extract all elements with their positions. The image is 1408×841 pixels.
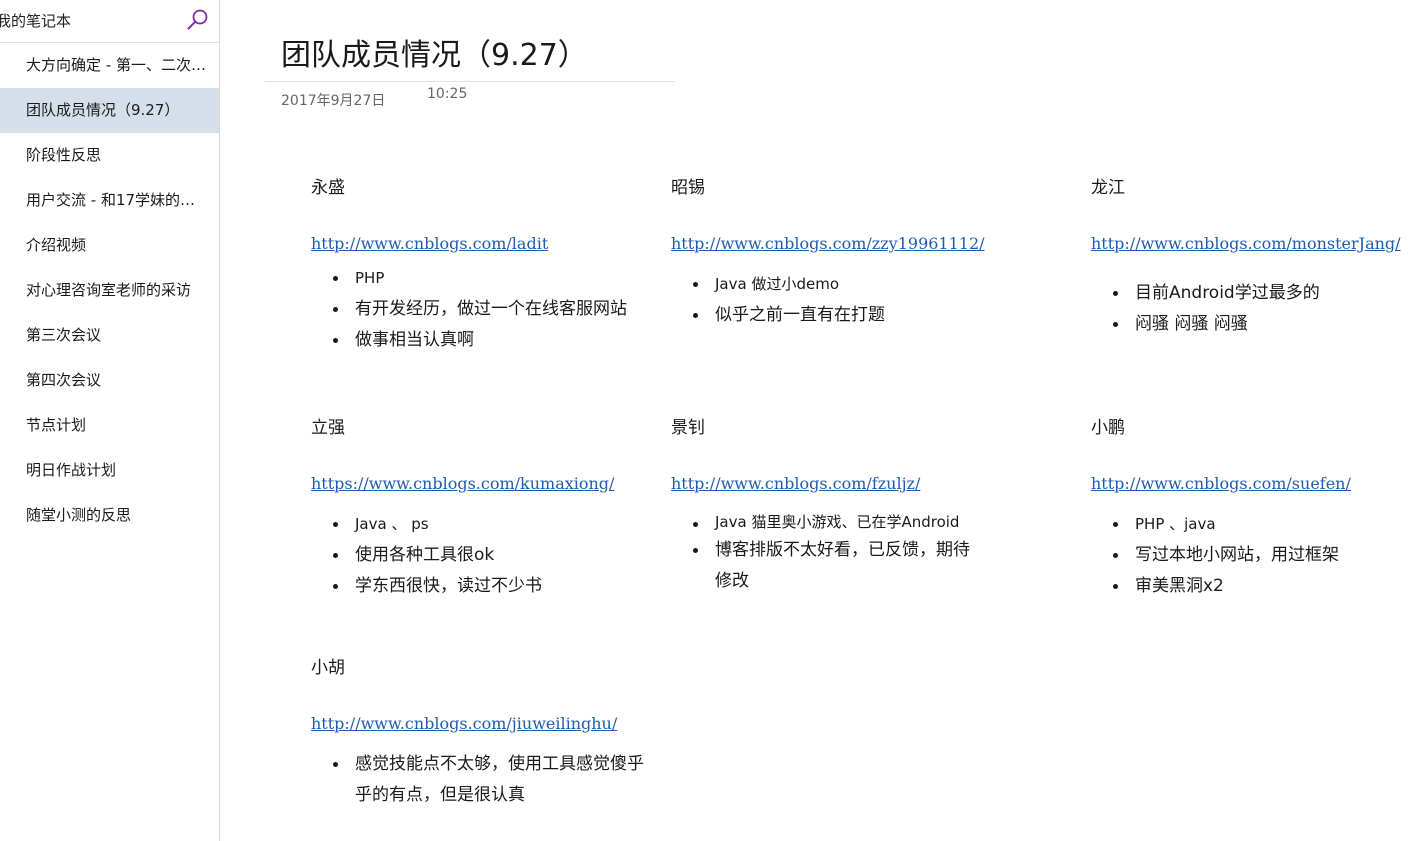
member-blog-link[interactable]: https://www.cnblogs.com/kumaxiong/ <box>311 474 614 493</box>
member-name: 小鹏 <box>1091 418 1125 438</box>
member-notes: 感觉技能点不太够，使用工具感觉傻乎乎的有点，但是很认真 <box>311 749 651 811</box>
note-item: 写过本地小网站，用过框架 <box>1113 540 1401 571</box>
page-item[interactable]: 节点计划 <box>0 403 219 448</box>
member-card: 景钊 http://www.cnblogs.com/fzuljz/ Java 猫… <box>671 416 971 597</box>
onenote-window: 我的笔记本 大方向确定 - 第一、二次会议 团队成员情况（9.27） 阶段性反思… <box>0 0 1408 841</box>
title-divider <box>265 81 675 82</box>
note-item: PHP 、java <box>1113 509 1401 540</box>
member-name: 昭锡 <box>671 178 705 198</box>
note-item: 做事相当认真啊 <box>333 325 651 356</box>
note-item: Java 做过小demo <box>693 269 991 300</box>
page-time: 10:25 <box>427 86 468 102</box>
note-item: 有开发经历，做过一个在线客服网站 <box>333 294 651 325</box>
notebook-search-bar: 我的笔记本 <box>0 0 219 43</box>
page-item[interactable]: 阶段性反思 <box>0 133 219 178</box>
member-notes: Java 做过小demo 似乎之前一直有在打题 <box>671 269 991 331</box>
member-card: 小胡 http://www.cnblogs.com/jiuweilinghu/ … <box>311 656 651 811</box>
member-name: 景钊 <box>671 418 705 438</box>
member-notes: Java 、 ps 使用各种工具很ok 学东西很快，读过不少书 <box>311 509 651 602</box>
member-card: 龙江 http://www.cnblogs.com/monsterJang/ 目… <box>1091 176 1401 340</box>
note-item: 学东西很快，读过不少书 <box>333 571 651 602</box>
member-card: 小鹏 http://www.cnblogs.com/suefen/ PHP 、j… <box>1091 416 1401 602</box>
page-item[interactable]: 第四次会议 <box>0 358 219 403</box>
page-list-sidebar: 我的笔记本 大方向确定 - 第一、二次会议 团队成员情况（9.27） 阶段性反思… <box>0 0 220 841</box>
member-name: 小胡 <box>311 658 345 678</box>
page-item[interactable]: 介绍视频 <box>0 223 219 268</box>
page-item[interactable]: 大方向确定 - 第一、二次会议 <box>0 43 219 88</box>
member-notes: PHP 有开发经历，做过一个在线客服网站 做事相当认真啊 <box>311 263 651 356</box>
member-card: 立强 https://www.cnblogs.com/kumaxiong/ Ja… <box>311 416 651 602</box>
note-item: 博客排版不太好看，已反馈，期待修改 <box>693 535 971 597</box>
note-item: 目前Android学过最多的 <box>1113 278 1401 309</box>
page-canvas[interactable]: 团队成员情况（9.27） 2017年9月27日 10:25 永盛 http://… <box>221 0 1408 841</box>
page-item[interactable]: 对心理咨询室老师的采访 <box>0 268 219 313</box>
page-item-selected[interactable]: 团队成员情况（9.27） <box>0 88 219 133</box>
member-blog-link[interactable]: http://www.cnblogs.com/ladit <box>311 234 548 253</box>
page-list: 大方向确定 - 第一、二次会议 团队成员情况（9.27） 阶段性反思 用户交流 … <box>0 43 219 538</box>
note-item: 似乎之前一直有在打题 <box>693 300 991 331</box>
search-icon <box>187 9 208 30</box>
member-card: 昭锡 http://www.cnblogs.com/zzy19961112/ J… <box>671 176 991 331</box>
note-item: 使用各种工具很ok <box>333 540 651 571</box>
member-blog-link[interactable]: http://www.cnblogs.com/suefen/ <box>1091 474 1351 493</box>
page-item[interactable]: 用户交流 - 和17学妹的交流 <box>0 178 219 223</box>
note-item: 审美黑洞x2 <box>1113 571 1401 602</box>
member-blog-link[interactable]: http://www.cnblogs.com/monsterJang/ <box>1091 234 1401 253</box>
member-notes: PHP 、java 写过本地小网站，用过框架 审美黑洞x2 <box>1091 509 1401 602</box>
page-title[interactable]: 团队成员情况（9.27） <box>281 30 588 74</box>
notebook-label: 我的笔记本 <box>0 12 72 30</box>
note-item: Java 、 ps <box>333 509 651 540</box>
note-item: 感觉技能点不太够，使用工具感觉傻乎乎的有点，但是很认真 <box>333 749 651 811</box>
page-item[interactable]: 随堂小测的反思 <box>0 493 219 538</box>
page-date: 2017年9月27日 <box>281 93 386 109</box>
member-notes: 目前Android学过最多的 闷骚 闷骚 闷骚 <box>1091 278 1401 340</box>
page-item[interactable]: 第三次会议 <box>0 313 219 358</box>
member-name: 龙江 <box>1091 178 1125 198</box>
member-notes: Java 猫里奥小游戏、已在学Android 博客排版不太好看，已反馈，期待修改 <box>671 509 971 597</box>
member-blog-link[interactable]: http://www.cnblogs.com/jiuweilinghu/ <box>311 714 617 733</box>
page-item[interactable]: 明日作战计划 <box>0 448 219 493</box>
member-name: 永盛 <box>311 178 345 198</box>
note-item: Java 猫里奥小游戏、已在学Android <box>693 509 971 535</box>
member-blog-link[interactable]: http://www.cnblogs.com/fzuljz/ <box>671 474 920 493</box>
search-button[interactable] <box>186 8 210 32</box>
member-name: 立强 <box>311 418 345 438</box>
note-item: PHP <box>333 263 651 294</box>
member-blog-link[interactable]: http://www.cnblogs.com/zzy19961112/ <box>671 234 985 253</box>
member-card: 永盛 http://www.cnblogs.com/ladit PHP 有开发经… <box>311 176 651 356</box>
note-item: 闷骚 闷骚 闷骚 <box>1113 309 1401 340</box>
